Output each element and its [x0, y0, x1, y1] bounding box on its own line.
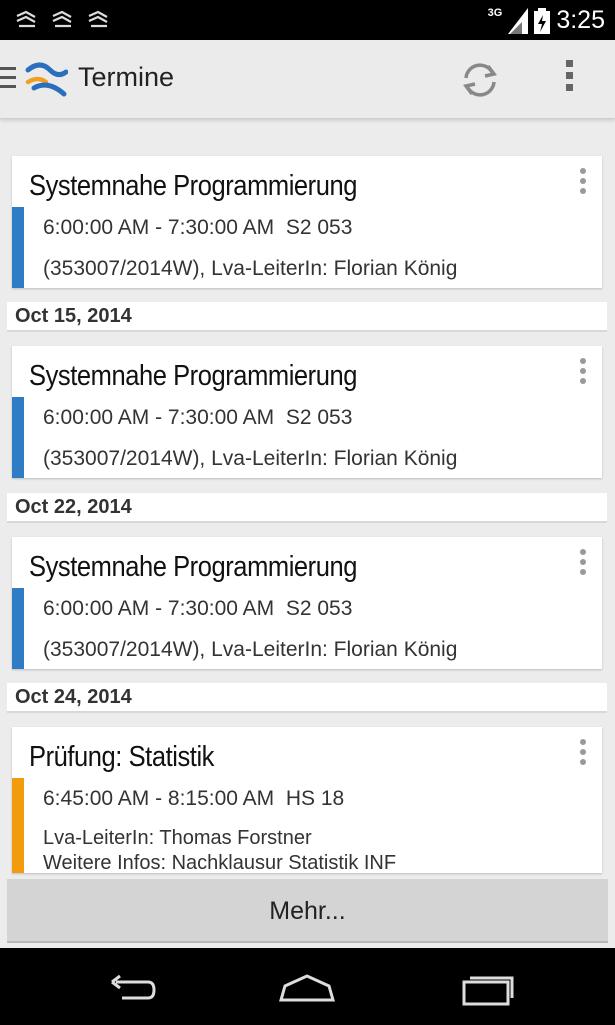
- event-room: S2 053: [285, 597, 353, 620]
- event-time: 6:45:00 AM - 8:15:00 AM: [43, 787, 275, 810]
- event-time-room: 6:00:00 AM - 7:30:00 AM S2 053: [43, 406, 352, 430]
- event-color-stripe: [12, 207, 24, 288]
- event-title: Systemnahe Programmierung: [29, 360, 358, 392]
- signal-icon: [508, 7, 529, 34]
- drawer-toggle-icon[interactable]: [0, 67, 16, 93]
- notification-icon: [52, 10, 72, 28]
- event-detail: Lva-LeiterIn: Thomas Forstner: [43, 827, 312, 849]
- event-title: Systemnahe Programmierung: [29, 551, 358, 583]
- notification-icons: [14, 8, 110, 32]
- date-header: Oct 15, 2014: [7, 302, 607, 332]
- more-button[interactable]: Mehr...: [7, 879, 608, 943]
- action-bar: Termine: [0, 40, 615, 119]
- page-title: Termine: [78, 62, 175, 92]
- event-card[interactable]: Systemnahe Programmierung 6:00:00 AM - 7…: [12, 537, 602, 669]
- date-header: Oct 22, 2014: [7, 493, 607, 523]
- event-card[interactable]: Prüfung: Statistik 6:45:00 AM - 8:15:00 …: [12, 727, 602, 873]
- event-room: HS 18: [285, 787, 345, 810]
- event-detail: (353007/2014W), Lva-LeiterIn: Florian Kö…: [43, 257, 458, 280]
- event-time: 6:00:00 AM - 7:30:00 AM: [43, 216, 275, 239]
- network-type: 3G: [487, 6, 503, 19]
- refresh-icon[interactable]: [458, 58, 502, 102]
- home-icon[interactable]: [277, 968, 337, 1008]
- event-detail-extra: Weitere Infos: Nachklausur Statistik INF: [43, 852, 397, 873]
- event-time: 6:00:00 AM - 7:30:00 AM: [43, 597, 275, 620]
- event-time-room: 6:45:00 AM - 8:15:00 AM HS 18: [43, 787, 344, 811]
- overflow-menu-icon[interactable]: [562, 60, 576, 100]
- clock: 3:25: [556, 6, 605, 34]
- event-room: S2 053: [285, 216, 353, 239]
- notification-icon: [88, 10, 108, 28]
- event-card[interactable]: Systemnahe Programmierung 6:00:00 AM - 7…: [12, 346, 602, 478]
- event-card[interactable]: Systemnahe Programmierung 6:00:00 AM - 7…: [12, 156, 602, 288]
- date-label: Oct 15, 2014: [15, 305, 132, 327]
- event-detail: (353007/2014W), Lva-LeiterIn: Florian Kö…: [43, 638, 458, 661]
- event-time: 6:00:00 AM - 7:30:00 AM: [43, 406, 275, 429]
- app-logo-icon[interactable]: [24, 58, 68, 98]
- card-menu-icon[interactable]: [580, 358, 588, 388]
- recents-icon[interactable]: [458, 968, 518, 1008]
- date-header: Oct 24, 2014: [7, 683, 607, 713]
- event-detail: (353007/2014W), Lva-LeiterIn: Florian Kö…: [43, 447, 458, 470]
- notification-icon: [16, 10, 36, 28]
- battery-icon: [534, 7, 551, 34]
- event-color-stripe: [12, 588, 24, 669]
- event-time-room: 6:00:00 AM - 7:30:00 AM S2 053: [43, 216, 352, 240]
- card-menu-icon[interactable]: [580, 168, 588, 198]
- card-menu-icon[interactable]: [580, 739, 588, 769]
- date-label: Oct 22, 2014: [15, 496, 132, 518]
- back-icon[interactable]: [98, 968, 158, 1008]
- event-color-stripe: [12, 397, 24, 478]
- status-bar: 3G 3:25: [0, 0, 615, 40]
- navigation-bar: [0, 948, 615, 1025]
- card-menu-icon[interactable]: [580, 549, 588, 579]
- event-title: Prüfung: Statistik: [29, 741, 214, 773]
- event-time-room: 6:00:00 AM - 7:30:00 AM S2 053: [43, 597, 352, 621]
- date-label: Oct 24, 2014: [15, 686, 132, 708]
- event-room: S2 053: [285, 406, 353, 429]
- event-title: Systemnahe Programmierung: [29, 170, 358, 202]
- event-color-stripe: [12, 778, 24, 873]
